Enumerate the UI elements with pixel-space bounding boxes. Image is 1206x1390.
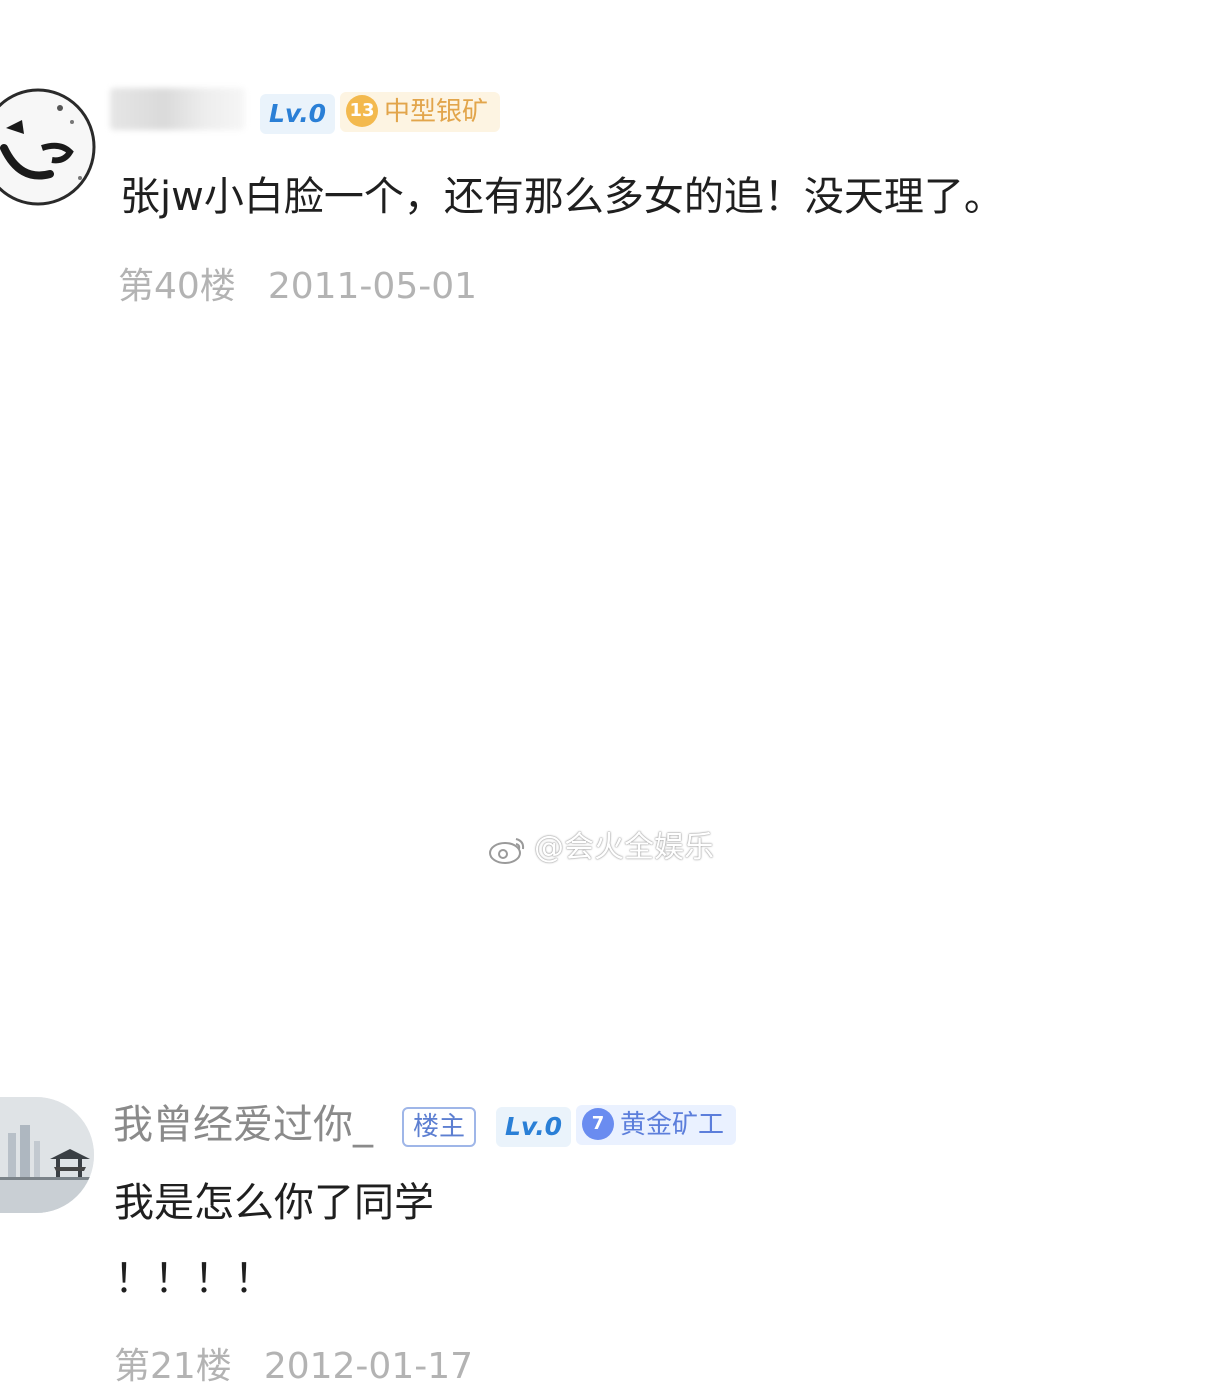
username[interactable]: 我曾经爱过你_ — [113, 1100, 373, 1150]
rank-badge: 13 中型银矿 — [340, 92, 501, 132]
comment-post-40: Lv.0 13 中型银矿 张jw小白脸一个，还有那么多女的追！没天理了。 第40楼… — [0, 0, 1206, 330]
comment-text: 张jw小白脸一个，还有那么多女的追！没天理了。 — [120, 174, 1004, 220]
avatar-pavilion-icon — [0, 1097, 94, 1213]
level-badge: Lv.0 — [496, 1107, 572, 1147]
post-date: 2012-01-17 — [263, 1346, 474, 1387]
weibo-watermark: @会火全娱乐 — [488, 828, 714, 868]
post-date: 2011-05-01 — [267, 266, 478, 307]
rank-gem-icon: 13 — [346, 94, 378, 127]
username-redacted[interactable] — [110, 88, 245, 130]
avatar[interactable] — [0, 88, 96, 206]
post-meta: 第40楼 2011-05-01 — [118, 264, 477, 310]
avatar[interactable] — [0, 1097, 94, 1213]
floor-number: 第21楼 — [114, 1346, 232, 1387]
rank-name: 黄金矿工 — [620, 1110, 725, 1140]
weibo-logo-icon — [489, 837, 525, 864]
level-badge: Lv.0 — [260, 94, 336, 134]
rank-badge: 7 黄金矿工 — [576, 1105, 737, 1145]
comment-text-line: 我是怎么你了同学 — [114, 1180, 434, 1226]
floor-number: 第40楼 — [118, 266, 236, 307]
comment-text-line: ！！！！ — [114, 1256, 274, 1302]
watermark-text: @会火全娱乐 — [534, 830, 714, 865]
post-meta: 第21楼 2012-01-17 — [114, 1344, 473, 1390]
rank-name: 中型银矿 — [384, 97, 489, 127]
owner-badge: 楼主 — [402, 1107, 477, 1147]
rank-gem-icon: 7 — [582, 1107, 614, 1140]
avatar-face-icon — [0, 88, 96, 206]
